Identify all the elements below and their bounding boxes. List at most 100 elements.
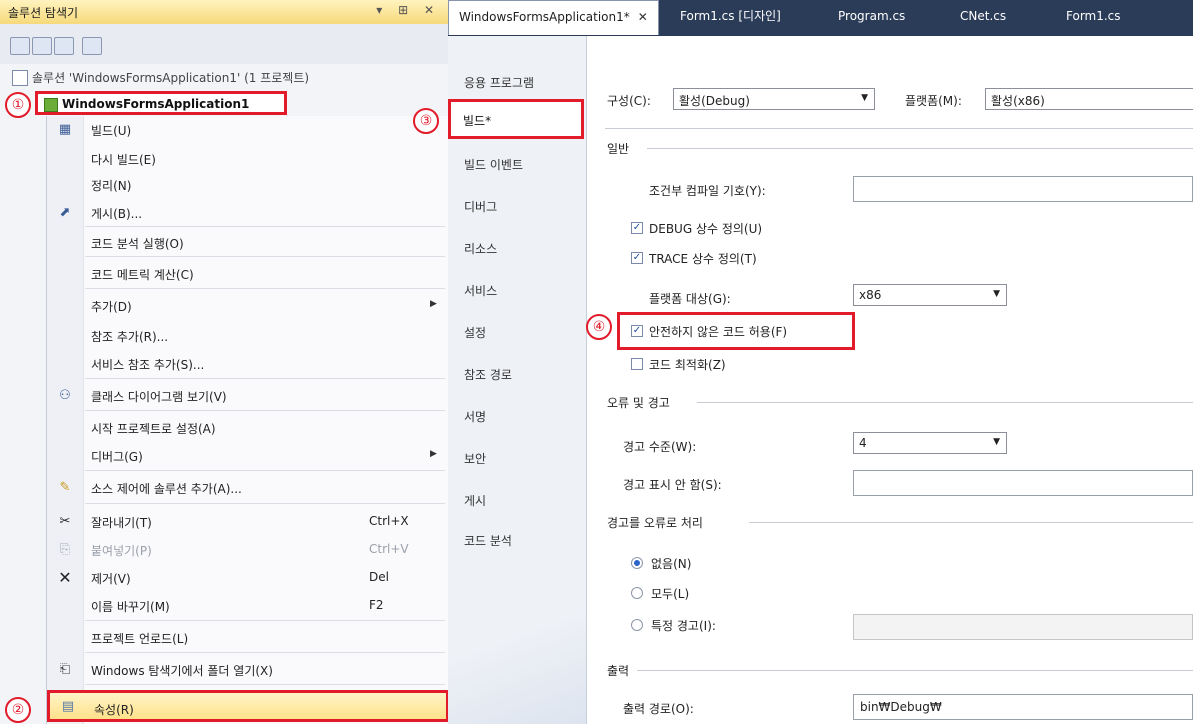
warning-level-dropdown[interactable]: 4 ▼ — [853, 432, 1007, 454]
menu-item-label: 추가(D) — [91, 300, 132, 314]
tab-label: Form1.cs [디자인] — [680, 9, 781, 23]
menu-item-debug[interactable]: 디버그(G) ▶ — [47, 444, 449, 468]
menu-item-unload-project[interactable]: 프로젝트 언로드(L) — [47, 626, 449, 650]
project-context-menu: ▦ 빌드(U) 다시 빌드(E) 정리(N) ⬈ 게시(B)... 코드 분석 … — [46, 116, 449, 724]
panel-window-controls[interactable]: ▾ ⊞ ✕ — [376, 3, 440, 17]
tab-label: CNet.cs — [960, 9, 1007, 23]
show-all-files-icon[interactable] — [32, 37, 52, 55]
menu-item-label: 잘라내기(T) — [91, 516, 152, 530]
define-trace-label: TRACE 상수 정의(T) — [649, 252, 757, 266]
menu-item-rename[interactable]: 이름 바꾸기(M) F2 — [47, 594, 449, 618]
tab-form1-designer[interactable]: Form1.cs [디자인] — [670, 0, 791, 32]
treat-all-radio[interactable] — [631, 587, 643, 599]
suppress-warnings-input[interactable] — [853, 470, 1193, 496]
conditional-symbols-label: 조건부 컴파일 기호(Y): — [649, 184, 766, 198]
nav-settings[interactable]: 설정 — [464, 324, 486, 341]
output-path-value: bin₩Debug₩ — [860, 700, 942, 714]
section-line — [637, 670, 1193, 671]
view-class-diagram-icon[interactable] — [82, 37, 102, 55]
specific-warnings-input[interactable] — [853, 614, 1193, 640]
menu-item-open-folder-in-explorer[interactable]: ⎗ Windows 탐색기에서 폴더 열기(X) — [47, 658, 449, 682]
class-diagram-icon: ⚇ — [59, 388, 71, 403]
nav-code-analysis[interactable]: 코드 분석 — [464, 532, 512, 549]
allow-unsafe-code-checkbox[interactable]: ✓ — [631, 325, 643, 337]
menu-item-add-reference[interactable]: 참조 추가(R)... — [47, 324, 449, 348]
menu-item-set-startup-project[interactable]: 시작 프로젝트로 설정(A) — [47, 416, 449, 440]
menu-item-label: 빌드(U) — [91, 124, 132, 138]
menu-item-label: 코드 메트릭 계산(C) — [91, 268, 194, 282]
output-path-input[interactable]: bin₩Debug₩ — [853, 694, 1193, 720]
submenu-arrow-icon: ▶ — [430, 299, 437, 309]
solution-explorer-toolbar — [0, 24, 448, 64]
close-icon[interactable]: ✕ — [638, 10, 648, 24]
menu-item-publish[interactable]: ⬈ 게시(B)... — [47, 201, 449, 225]
nav-build[interactable]: 빌드* — [448, 99, 584, 139]
menu-item-paste[interactable]: ⎘ 붙여넣기(P) Ctrl+V — [47, 538, 449, 562]
conditional-symbols-input[interactable] — [853, 176, 1193, 202]
nav-reference-paths[interactable]: 참조 경로 — [464, 366, 512, 383]
header-divider — [605, 128, 1193, 129]
menu-item-run-code-analysis[interactable]: 코드 분석 실행(O) — [47, 231, 449, 255]
define-trace-checkbox[interactable]: ✓ — [631, 252, 643, 264]
menu-item-build[interactable]: ▦ 빌드(U) — [47, 118, 449, 142]
nav-services[interactable]: 서비스 — [464, 282, 497, 299]
optimize-code-checkbox[interactable] — [631, 358, 643, 370]
nav-signing[interactable]: 서명 — [464, 408, 486, 425]
menu-item-label: 속성(R) — [94, 703, 134, 717]
menu-item-remove[interactable]: ✕ 제거(V) Del — [47, 566, 449, 590]
warning-level-label: 경고 수준(W): — [623, 440, 697, 454]
optimize-code-label: 코드 최적화(Z) — [649, 358, 726, 372]
menu-item-rebuild[interactable]: 다시 빌드(E) — [47, 147, 449, 171]
menu-item-calculate-code-metrics[interactable]: 코드 메트릭 계산(C) — [47, 262, 449, 286]
tree-project-node[interactable]: WindowsFormsApplication1 — [35, 91, 287, 115]
configuration-dropdown[interactable]: 활성(Debug) ▼ — [673, 88, 875, 110]
tree-solution-node[interactable]: 솔루션 'WindowsFormsApplication1' (1 프로젝트) — [32, 69, 309, 86]
menu-item-label: 붙여넣기(P) — [91, 544, 152, 558]
menu-item-add[interactable]: 추가(D) ▶ — [47, 294, 449, 318]
treat-specific-radio[interactable] — [631, 619, 643, 631]
paste-icon: ⎘ — [59, 542, 71, 557]
nav-security[interactable]: 보안 — [464, 450, 486, 467]
nav-publish[interactable]: 게시 — [464, 492, 486, 509]
chevron-down-icon: ▼ — [861, 93, 868, 103]
nav-build-label: 빌드* — [463, 114, 492, 128]
menu-item-label: 코드 분석 실행(O) — [91, 237, 184, 251]
open-folder-icon: ⎗ — [59, 662, 71, 677]
menu-item-cut[interactable]: ✂ 잘라내기(T) Ctrl+X — [47, 510, 449, 534]
solution-explorer-titlebar: 솔루션 탐색기 ▾ ⊞ ✕ — [0, 0, 448, 25]
define-debug-checkbox[interactable]: ✓ — [631, 222, 643, 234]
nav-build-events[interactable]: 빌드 이벤트 — [464, 156, 523, 173]
treat-none-radio[interactable] — [631, 557, 643, 569]
platform-target-value: x86 — [859, 288, 882, 302]
nav-resources[interactable]: 리소스 — [464, 240, 497, 257]
refresh-icon[interactable] — [54, 37, 74, 55]
nav-application[interactable]: 응용 프로그램 — [464, 74, 534, 91]
menu-item-label: 게시(B)... — [91, 207, 143, 221]
menu-item-add-service-reference[interactable]: 서비스 참조 추가(S)... — [47, 352, 449, 376]
property-page-nav: 응용 프로그램 빌드* 빌드 이벤트 디버그 리소스 서비스 설정 참조 경로 … — [448, 36, 587, 724]
platform-target-dropdown[interactable]: x86 ▼ — [853, 284, 1007, 306]
menu-separator — [85, 684, 445, 685]
menu-item-label: 참조 추가(R)... — [91, 330, 169, 344]
menu-item-view-class-diagram[interactable]: ⚇ 클래스 다이어그램 보기(V) — [47, 384, 449, 408]
menu-item-label: 디버그(G) — [91, 450, 143, 464]
tab-label: WindowsFormsApplication1* — [459, 10, 630, 24]
publish-icon: ⬈ — [59, 205, 71, 220]
callout-3: ③ — [413, 108, 439, 134]
menu-separator — [85, 256, 445, 257]
menu-separator — [85, 503, 445, 504]
menu-item-properties[interactable]: ▤ 속성(R) — [47, 690, 449, 722]
menu-item-clean[interactable]: 정리(N) — [47, 173, 449, 197]
tab-project-properties[interactable]: WindowsFormsApplication1* ✕ — [448, 0, 659, 35]
treat-all-label: 모두(L) — [651, 587, 690, 601]
callout-4: ④ — [586, 314, 612, 340]
properties-toolbar-icon[interactable] — [10, 37, 30, 55]
platform-dropdown[interactable]: 활성(x86) — [985, 88, 1193, 110]
tab-cnet-cs[interactable]: CNet.cs — [950, 0, 1016, 32]
menu-item-add-solution-to-source-control[interactable]: ✎ 소스 제어에 솔루션 추가(A)... — [47, 476, 449, 500]
tab-form1-cs[interactable]: Form1.cs — [1056, 0, 1131, 32]
tab-program-cs[interactable]: Program.cs — [828, 0, 915, 32]
submenu-arrow-icon: ▶ — [430, 449, 437, 459]
nav-debug[interactable]: 디버그 — [464, 198, 497, 215]
treat-none-label: 없음(N) — [651, 557, 692, 571]
